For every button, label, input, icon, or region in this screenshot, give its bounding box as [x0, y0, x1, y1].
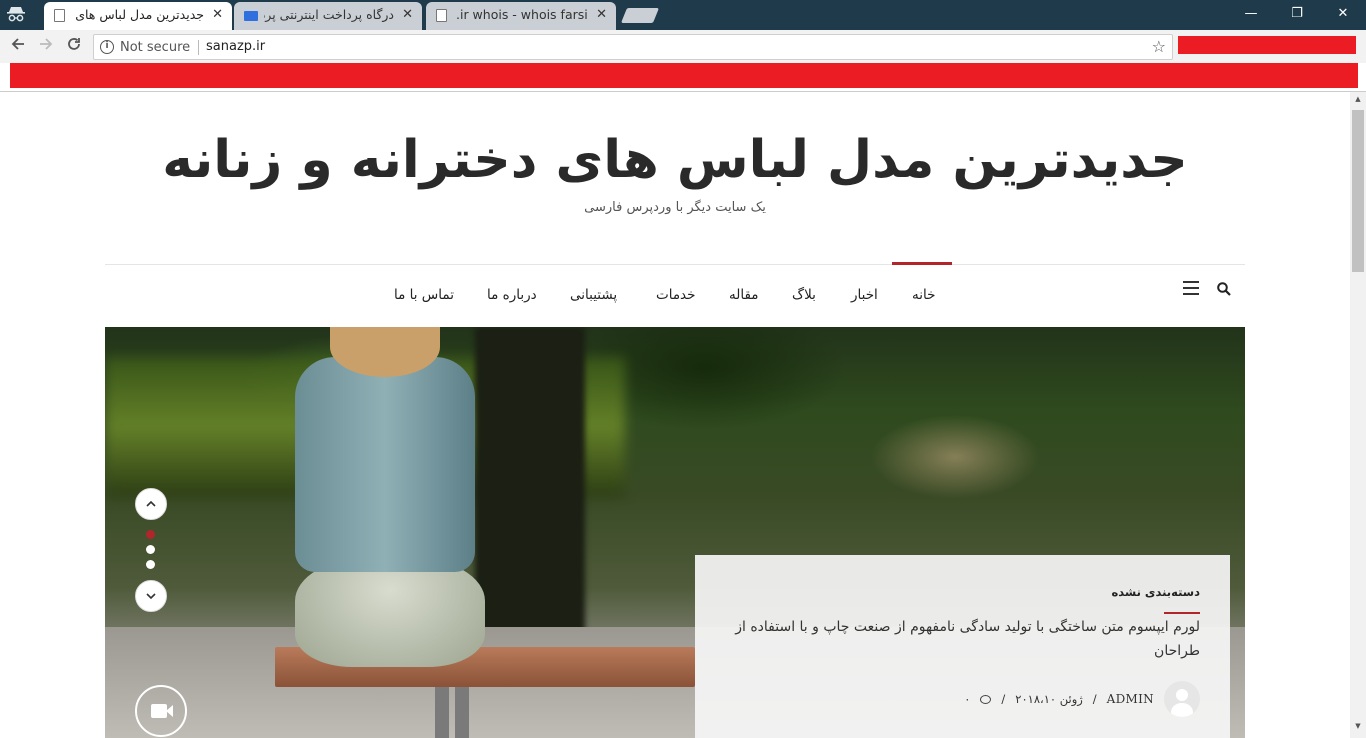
url-text[interactable]: sanazp.ir [206, 39, 265, 54]
extension-bar[interactable] [1178, 36, 1356, 54]
slider-dot[interactable] [146, 530, 155, 539]
hamburger-menu-icon[interactable] [1183, 281, 1199, 295]
tab-whois[interactable]: .ir whois - whois farsi sanazp ✕ [426, 2, 616, 30]
security-label: Not secure [120, 40, 191, 55]
post-category[interactable]: دسته‌بندی نشده [1111, 585, 1200, 599]
incognito-icon [6, 6, 26, 24]
comment-icon [980, 694, 992, 704]
hero-image-figure [295, 357, 475, 572]
nav-item-home[interactable]: خانه [912, 287, 935, 303]
video-camera-icon [166, 705, 173, 717]
scroll-down-arrow-icon[interactable]: ▼ [1352, 722, 1364, 734]
web-page: جدیدترین مدل لباس های دخترانه و زنانه یک… [0, 92, 1350, 738]
address-bar[interactable]: i Not secure sanazp.ir ☆ [93, 34, 1173, 60]
hero-slider[interactable]: دسته‌بندی نشده لورم ایپسوم متن ساختگی با… [105, 327, 1245, 738]
nav-item-contact[interactable]: تماس با ما [394, 287, 454, 303]
bookmark-star-icon[interactable]: ☆ [1152, 37, 1166, 56]
hero-image-bench-leg [435, 687, 449, 738]
meta-separator: / [1092, 692, 1097, 706]
close-window-button[interactable]: ✕ [1320, 4, 1366, 26]
tab-title: درگاه پرداخت اینترنتی پرداخت [264, 7, 394, 22]
page-icon [436, 9, 447, 22]
video-play-button[interactable] [135, 685, 187, 737]
scrollbar-thumb[interactable] [1352, 110, 1364, 272]
avatar[interactable] [1164, 681, 1200, 717]
video-camera-icon [151, 704, 167, 718]
slider-next-button[interactable] [135, 580, 167, 612]
slider-prev-button[interactable] [135, 488, 167, 520]
slider-dot[interactable] [146, 560, 155, 569]
card-icon [244, 11, 258, 21]
reload-button[interactable] [63, 36, 85, 58]
divider [198, 40, 199, 55]
browser-toolbar: i Not secure sanazp.ir ☆ [0, 30, 1366, 63]
nav-item-articles[interactable]: مقاله [729, 287, 759, 303]
tab-title: .ir whois - whois farsi sanazp [456, 7, 588, 22]
hero-image-bench-leg [455, 687, 469, 738]
nav-item-news[interactable]: اخبار [851, 287, 878, 303]
nav-item-services[interactable]: خدمات [656, 287, 696, 303]
nav-item-support[interactable]: پشتیبانی [570, 287, 617, 303]
tab-title: جدیدترین مدل لباس های دخترانه و زنانه [74, 7, 204, 22]
meta-separator: / [1001, 692, 1006, 706]
forward-button[interactable] [35, 36, 57, 58]
post-title[interactable]: لورم ایپسوم متن ساختگی با تولید سادگی نا… [725, 615, 1200, 663]
tab-active[interactable]: جدیدترین مدل لباس های دخترانه و زنانه ✕ [44, 2, 232, 30]
nav-active-indicator [892, 262, 952, 265]
new-tab-button[interactable] [620, 8, 660, 23]
site-title[interactable]: جدیدترین مدل لباس های دخترانه و زنانه [105, 130, 1245, 190]
back-button[interactable] [7, 36, 29, 58]
post-date[interactable]: ژوئن ۲۰۱۸،۱۰ [1015, 692, 1083, 706]
close-tab-icon[interactable]: ✕ [212, 2, 223, 28]
minimize-button[interactable]: — [1228, 4, 1274, 26]
nav-divider [105, 264, 1245, 265]
slider-dot[interactable] [146, 545, 155, 554]
browser-tab-bar: جدیدترین مدل لباس های دخترانه و زنانه ✕ … [0, 0, 1366, 30]
page-icon [54, 9, 65, 22]
slide-post-card: دسته‌بندی نشده لورم ایپسوم متن ساختگی با… [695, 555, 1230, 738]
hero-image-tree [475, 327, 585, 657]
maximize-button[interactable]: ❐ [1274, 4, 1320, 26]
scroll-up-arrow-icon[interactable]: ▲ [1352, 95, 1364, 107]
comment-count[interactable]: ۰ [964, 692, 970, 706]
search-icon[interactable] [1217, 281, 1231, 296]
site-tagline: یک سایت دیگر با وردپرس فارسی [584, 200, 766, 215]
close-tab-icon[interactable]: ✕ [402, 2, 413, 28]
hero-image-figure [295, 557, 485, 667]
tab-payment[interactable]: درگاه پرداخت اینترنتی پرداخت ✕ [234, 2, 422, 30]
close-tab-icon[interactable]: ✕ [596, 2, 607, 28]
post-meta: ADMIN / ژوئن ۲۰۱۸،۱۰ / ۰ [964, 681, 1200, 717]
info-icon[interactable]: i [100, 40, 114, 54]
nav-item-about[interactable]: درباره ما [487, 287, 537, 303]
post-author[interactable]: ADMIN [1107, 692, 1154, 706]
nav-item-blog[interactable]: بلاگ [792, 287, 816, 303]
category-underline [1164, 612, 1200, 614]
bookmarks-bar [10, 63, 1358, 88]
